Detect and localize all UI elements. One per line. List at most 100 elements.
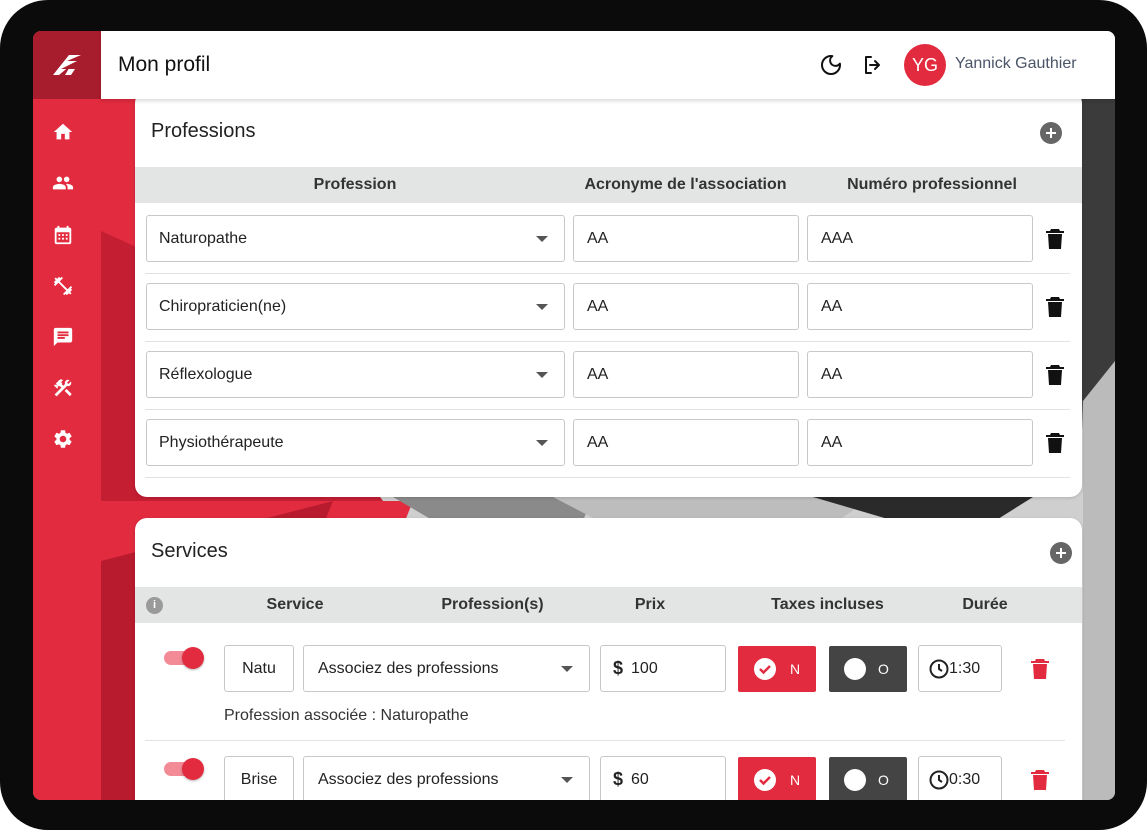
column-header-acronyme: Acronyme de l'association — [584, 176, 787, 193]
services-card: Services i Service Profession(s) Prix Ta… — [135, 518, 1082, 800]
profession-select[interactable]: Chiropraticien(ne) — [146, 283, 565, 330]
column-header-professions: Profession(s) — [441, 596, 544, 613]
service-name-input[interactable]: Brise — [224, 756, 294, 800]
delete-service-button[interactable] — [1030, 769, 1050, 791]
column-header-taxes: Taxes incluses — [771, 596, 884, 613]
device-frame: Mon profil YG Yannick Gauthier Professio… — [0, 0, 1147, 830]
professions-card: Professions Profession Acronyme de l'ass… — [135, 91, 1082, 497]
trash-icon — [1031, 770, 1049, 790]
service-name-input[interactable]: Natu — [224, 645, 294, 692]
home-icon — [53, 123, 73, 140]
acronyme-input[interactable]: AA — [573, 215, 799, 262]
sidebar-item-settings[interactable] — [51, 427, 75, 451]
row-divider — [145, 273, 1070, 274]
tax-included-no-button[interactable]: O — [829, 757, 907, 800]
service-duration-input[interactable]: 1:30 — [918, 645, 1002, 692]
delete-profession-button[interactable] — [1045, 228, 1065, 250]
sidebar — [33, 31, 101, 800]
caret-down-icon — [536, 304, 548, 310]
check-circle-icon — [754, 769, 776, 791]
page-title: Mon profil — [118, 53, 211, 76]
users-icon — [52, 176, 74, 190]
numero-input[interactable]: AAA — [807, 215, 1033, 262]
numero-input[interactable]: AA — [807, 351, 1033, 398]
service-active-toggle[interactable] — [164, 647, 204, 669]
fitness-icon — [53, 276, 73, 296]
numero-input[interactable]: AA — [807, 419, 1033, 466]
acronyme-input[interactable]: AA — [573, 351, 799, 398]
check-circle-icon — [754, 658, 776, 680]
app-logo[interactable] — [33, 31, 101, 99]
profession-select[interactable]: Physiothérapeute — [146, 419, 565, 466]
service-duration-input[interactable]: 0:30 — [918, 756, 1002, 800]
sidebar-item-messages[interactable] — [51, 325, 75, 349]
tax-included-yes-button[interactable]: N — [738, 757, 816, 800]
sidebar-item-fitness[interactable] — [51, 274, 75, 298]
info-icon[interactable]: i — [146, 597, 163, 614]
sidebar-item-tools[interactable] — [51, 376, 75, 400]
delete-profession-button[interactable] — [1045, 296, 1065, 318]
delete-profession-button[interactable] — [1045, 432, 1065, 454]
delete-profession-button[interactable] — [1045, 364, 1065, 386]
avatar[interactable]: YG — [904, 44, 946, 86]
user-name[interactable]: Yannick Gauthier — [955, 55, 1077, 73]
row-divider — [145, 477, 1070, 478]
logo-icon — [53, 55, 81, 75]
plus-icon — [1056, 548, 1066, 558]
services-table-header: i Service Profession(s) Prix Taxes inclu… — [135, 587, 1082, 623]
tools-icon — [53, 379, 72, 397]
column-header-numero: Numéro professionnel — [847, 176, 1017, 193]
logout-button[interactable] — [861, 53, 885, 77]
app-screen: Mon profil YG Yannick Gauthier Professio… — [33, 31, 1115, 800]
caret-down-icon — [561, 777, 573, 783]
service-professions-select[interactable]: Associez des professions — [303, 645, 590, 692]
row-divider — [145, 409, 1070, 410]
profession-select[interactable]: Naturopathe — [146, 215, 565, 262]
caret-down-icon — [561, 666, 573, 672]
trash-icon — [1031, 659, 1049, 679]
trash-icon — [1046, 433, 1064, 453]
add-service-button[interactable] — [1050, 542, 1072, 564]
service-price-input[interactable]: $100 — [600, 645, 726, 692]
column-header-prix: Prix — [634, 596, 666, 613]
row-divider — [145, 341, 1070, 342]
tax-included-no-button[interactable]: O — [829, 646, 907, 692]
radio-circle-icon — [844, 658, 866, 680]
tax-included-yes-button[interactable]: N — [738, 646, 816, 692]
radio-circle-icon — [844, 769, 866, 791]
acronyme-input[interactable]: AA — [573, 283, 799, 330]
services-title: Services — [151, 540, 228, 562]
gear-icon — [54, 430, 72, 448]
toggle-knob — [182, 647, 204, 669]
trash-icon — [1046, 297, 1064, 317]
professions-table-header: Profession Acronyme de l'association Num… — [135, 167, 1082, 203]
add-profession-button[interactable] — [1040, 122, 1062, 144]
top-bar: Mon profil YG Yannick Gauthier — [101, 31, 1115, 99]
sidebar-item-home[interactable] — [51, 120, 75, 144]
calendar-icon — [54, 225, 72, 245]
column-header-duree: Durée — [962, 596, 1008, 613]
column-header-profession: Profession — [313, 176, 397, 193]
professions-title: Professions — [151, 120, 256, 142]
theme-toggle-button[interactable] — [819, 53, 843, 77]
sidebar-item-users[interactable] — [51, 171, 75, 195]
sidebar-item-calendar[interactable] — [51, 223, 75, 247]
service-price-input[interactable]: $60 — [600, 756, 726, 800]
service-professions-select[interactable]: Associez des professions — [303, 756, 590, 800]
caret-down-icon — [536, 440, 548, 446]
trash-icon — [1046, 365, 1064, 385]
profession-select[interactable]: Réflexologue — [146, 351, 565, 398]
caret-down-icon — [536, 372, 548, 378]
plus-icon — [1046, 128, 1056, 138]
moon-icon — [821, 55, 841, 75]
associated-profession-text: Profession associée : Naturopathe — [224, 707, 469, 724]
caret-down-icon — [536, 236, 548, 242]
trash-icon — [1046, 229, 1064, 249]
acronyme-input[interactable]: AA — [573, 419, 799, 466]
delete-service-button[interactable] — [1030, 658, 1050, 680]
logout-icon — [865, 56, 880, 74]
clock-icon — [929, 659, 949, 678]
service-active-toggle[interactable] — [164, 758, 204, 780]
numero-input[interactable]: AA — [807, 283, 1033, 330]
dollar-icon: $ — [613, 658, 624, 678]
